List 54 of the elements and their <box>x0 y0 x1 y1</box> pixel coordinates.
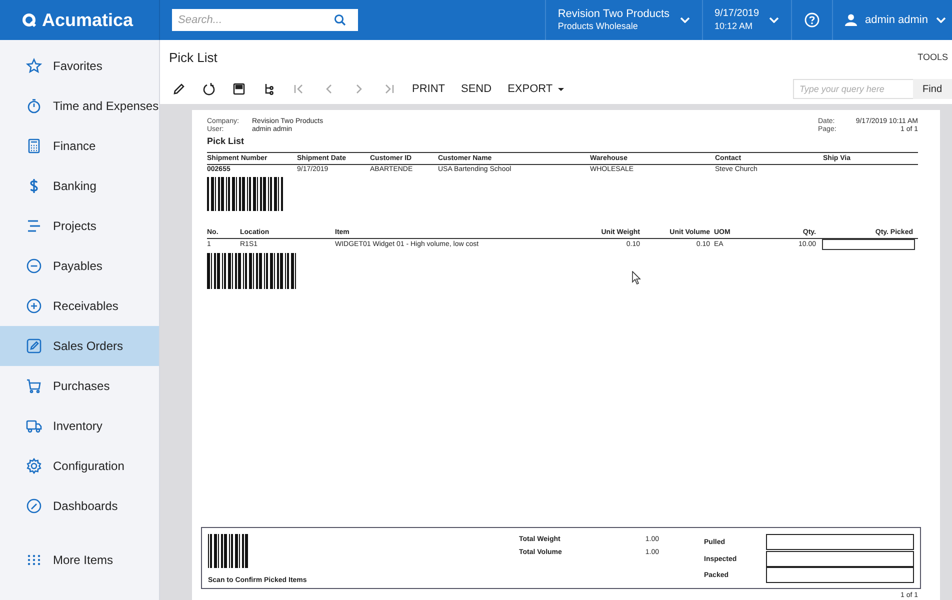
report-title: Pick List <box>207 136 246 146</box>
refresh-icon[interactable] <box>202 82 216 96</box>
calculator-icon <box>26 138 42 154</box>
sidebar-item[interactable]: Payables <box>0 246 159 286</box>
sidebar-item[interactable]: More Items <box>0 540 159 580</box>
chevron-down-icon <box>936 17 946 23</box>
edit-icon[interactable] <box>172 82 186 96</box>
caret-icon <box>558 88 564 90</box>
bars-icon <box>26 218 42 234</box>
pencil-square-icon <box>26 338 42 354</box>
user-icon <box>845 14 858 26</box>
sidebar-item[interactable]: Favorites <box>0 46 159 86</box>
sidebar-item[interactable]: Finance <box>0 126 159 166</box>
save-icon[interactable] <box>232 82 246 96</box>
barcode-drawing <box>208 534 250 568</box>
find-button[interactable]: Find <box>912 79 952 99</box>
chevron-down-icon <box>680 17 690 23</box>
sign-off-field[interactable] <box>766 567 914 584</box>
tools-menu[interactable]: TOOLS <box>918 52 948 62</box>
sign-off-field[interactable] <box>766 550 914 566</box>
gear-icon <box>26 458 42 474</box>
date-selector[interactable]: 9/17/2019 10:12 AM <box>702 0 792 40</box>
search-icon <box>334 14 346 26</box>
sidebar-item[interactable]: Banking <box>0 166 159 206</box>
sidebar-item[interactable]: Receivables <box>0 286 159 326</box>
star-icon <box>26 58 42 74</box>
stopwatch-icon <box>26 98 42 114</box>
sidebar-item[interactable]: Inventory <box>0 406 159 446</box>
screen-title: Pick List <box>169 50 218 64</box>
toolbar-button[interactable]: PRINT <box>412 83 445 95</box>
sidebar-item[interactable]: Time and Expenses <box>0 86 159 126</box>
plus-circle-icon <box>26 298 42 314</box>
logo-icon <box>22 13 36 27</box>
query-field[interactable]: Type your query here <box>792 79 913 99</box>
qty-picked-field[interactable] <box>822 239 915 250</box>
sidebar-item[interactable]: Sales Orders <box>0 326 159 366</box>
sidebar-item[interactable]: Purchases <box>0 366 159 406</box>
cart-icon <box>26 378 42 394</box>
mouse-pointer-icon <box>632 271 641 285</box>
grid-dots-icon <box>26 552 42 568</box>
sidebar-item[interactable]: Configuration <box>0 446 159 486</box>
gauge-icon <box>26 498 42 514</box>
help-icon[interactable] <box>804 12 820 28</box>
search-field[interactable]: Search... <box>172 9 358 31</box>
sign-off-field[interactable] <box>766 534 914 550</box>
toolbar-button[interactable]: EXPORT <box>508 83 564 95</box>
user-menu[interactable]: admin admin <box>832 0 952 40</box>
chevron-down-icon <box>769 17 780 23</box>
company-selector[interactable]: Revision Two Products Products Wholesale <box>544 0 702 40</box>
truck-icon <box>26 418 42 434</box>
minus-circle-icon <box>26 258 42 274</box>
sidebar-item[interactable]: Projects <box>0 206 159 246</box>
sidebar-item[interactable]: Dashboards <box>0 486 159 526</box>
toolbar-button[interactable]: SEND <box>461 83 492 95</box>
